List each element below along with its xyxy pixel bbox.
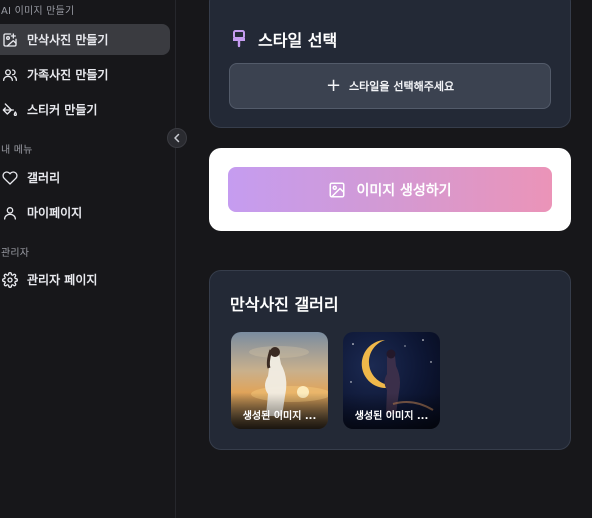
chevron-left-icon	[174, 133, 180, 143]
sidebar-item-label: 가족사진 만들기	[27, 68, 109, 82]
gallery-thumbnail[interactable]: 생성된 이미지 ...	[231, 332, 328, 429]
sidebar-item-label: 갤러리	[27, 171, 61, 185]
sidebar-item-sticker[interactable]: 스티커 만들기	[0, 94, 170, 125]
gallery-thumbnail[interactable]: 생성된 이미지 ...	[343, 332, 440, 429]
sidebar: AI 이미지 만들기 만삭사진 만들기 가족사진 만들기 스티커 만들기 내 메…	[0, 0, 176, 518]
sidebar-item-label: 만삭사진 만들기	[27, 33, 109, 47]
style-select-card: 스타일 선택 + 스타일을 선택해주세요	[209, 0, 571, 128]
thumbnail-caption: 생성된 이미지 ...	[231, 393, 328, 429]
generate-image-label: 이미지 생성하기	[356, 182, 452, 199]
gear-icon	[1, 271, 19, 289]
style-select-button[interactable]: + 스타일을 선택해주세요	[229, 63, 551, 109]
gallery-title: 만삭사진 갤러리	[230, 295, 339, 314]
section-label-my-menu: 내 메뉴	[1, 145, 33, 156]
thumbnail-caption: 생성된 이미지 ...	[343, 393, 440, 429]
paint-bucket-icon	[1, 101, 19, 119]
image-plus-icon	[1, 31, 19, 49]
sidebar-item-label: 스티커 만들기	[27, 103, 98, 117]
user-icon	[1, 204, 19, 222]
style-select-heading: 스타일 선택	[230, 27, 337, 51]
generate-card: 이미지 생성하기	[209, 148, 571, 231]
image-icon	[328, 181, 346, 199]
sidebar-item-admin-page[interactable]: 관리자 페이지	[0, 264, 170, 295]
generate-image-button[interactable]: 이미지 생성하기	[228, 167, 552, 212]
heart-icon	[1, 169, 19, 187]
sidebar-item-maternity-photo[interactable]: 만삭사진 만들기	[0, 24, 170, 55]
sidebar-collapse-button[interactable]	[167, 128, 187, 148]
section-label-admin: 관리자	[1, 248, 30, 259]
section-label-ai: AI 이미지 만들기	[1, 6, 75, 17]
users-icon	[1, 66, 19, 84]
plus-icon: +	[325, 75, 342, 96]
gallery-card: 만삭사진 갤러리 생성된 이미지 ... 생성된 이미지 ...	[209, 270, 571, 450]
style-select-label: 스타일을 선택해주세요	[349, 80, 455, 93]
sidebar-item-gallery[interactable]: 갤러리	[0, 162, 170, 193]
sidebar-item-label: 관리자 페이지	[27, 273, 98, 287]
sidebar-item-label: 마이페이지	[27, 206, 83, 220]
sidebar-item-family-photo[interactable]: 가족사진 만들기	[0, 59, 170, 90]
brush-icon	[230, 29, 248, 49]
sidebar-item-mypage[interactable]: 마이페이지	[0, 197, 170, 228]
style-select-title: 스타일 선택	[258, 31, 338, 50]
